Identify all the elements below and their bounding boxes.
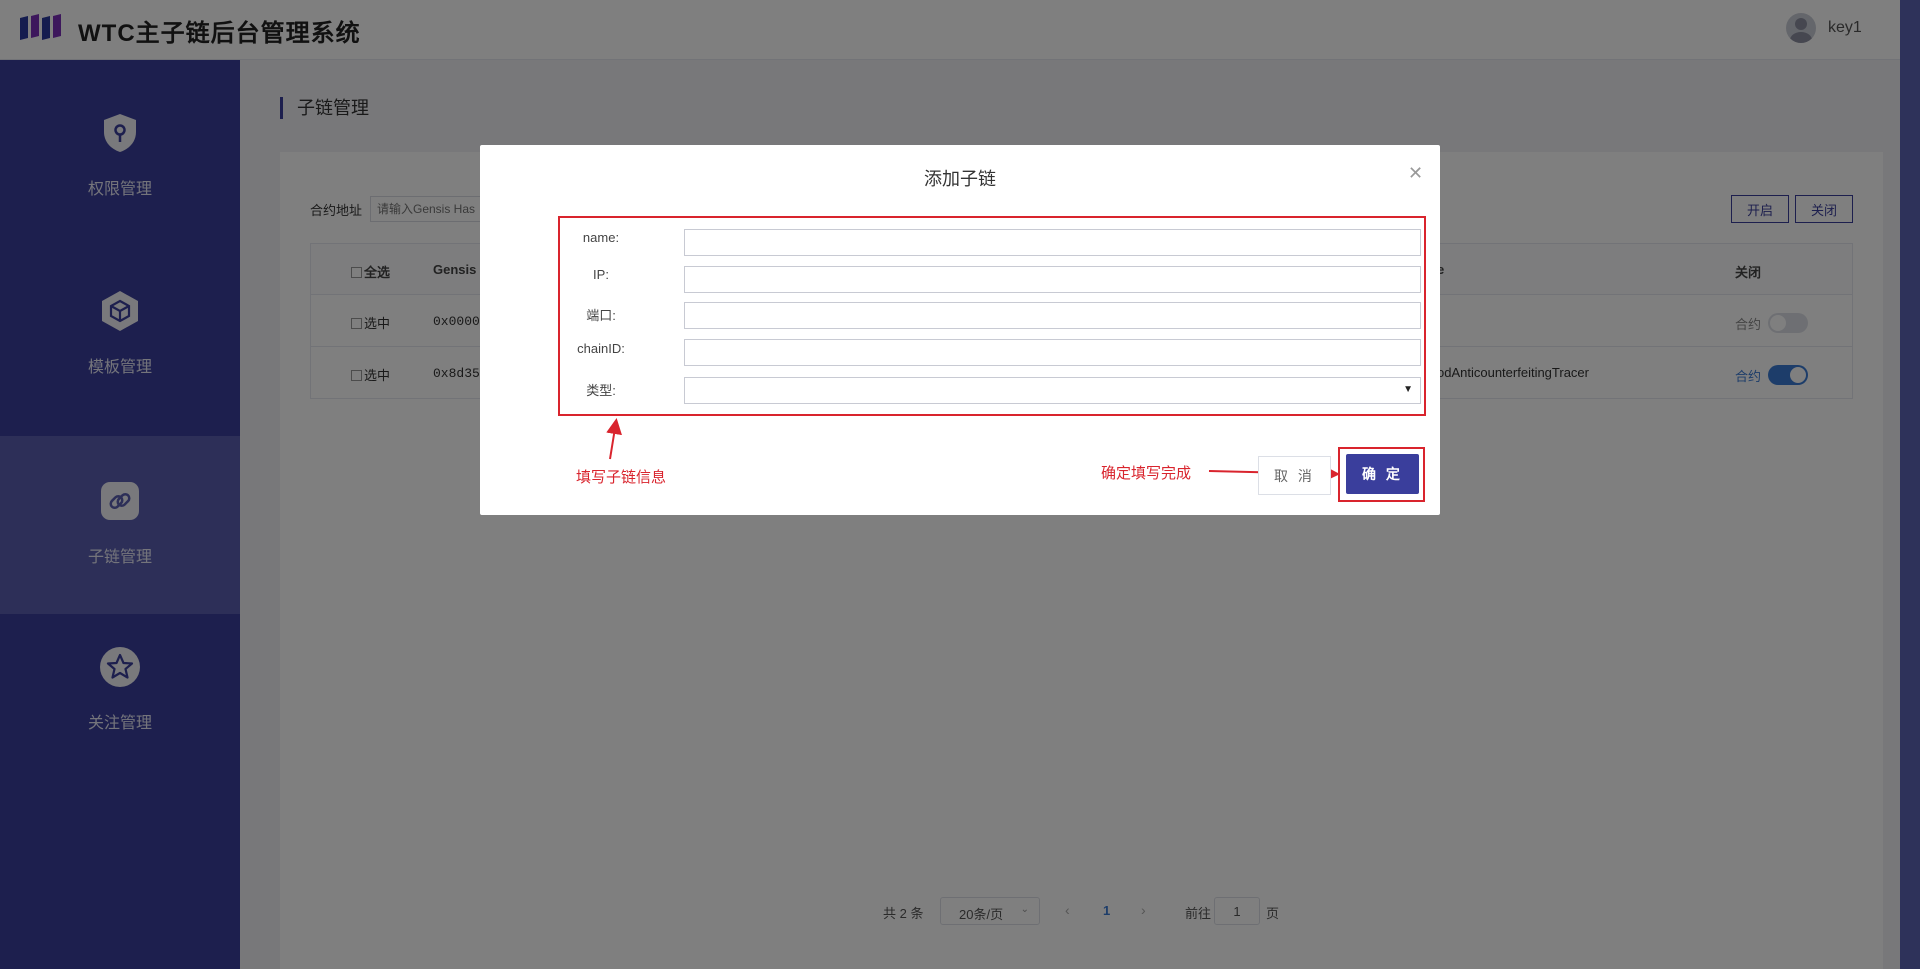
ip-label: IP:	[593, 267, 609, 282]
dialog-title: 添加子链	[924, 169, 996, 189]
close-icon[interactable]: ✕	[1408, 163, 1423, 184]
port-field[interactable]	[684, 302, 1421, 329]
confirm-annotation: 确定填写完成	[1101, 465, 1192, 482]
name-label: name:	[582, 230, 620, 245]
type-select[interactable]: ▼	[684, 377, 1421, 404]
chain-id-field[interactable]	[684, 339, 1421, 366]
fill-info-annotation: 填写子链信息	[576, 469, 667, 486]
confirm-button[interactable]: 确 定	[1346, 454, 1419, 494]
name-field[interactable]	[684, 229, 1421, 256]
form-highlight-box: name: IP: 端口: chainID: 类型: ▼	[558, 216, 1426, 416]
port-label: 端口:	[586, 308, 616, 323]
cancel-button[interactable]: 取 消	[1258, 456, 1331, 495]
ip-field[interactable]	[684, 266, 1421, 293]
add-subchain-dialog: 添加子链 ✕ name: IP: 端口: chainID: 类型: ▼ 填写子链…	[480, 145, 1440, 515]
chain-id-label: chainID:	[577, 341, 625, 356]
caret-down-icon: ▼	[1403, 384, 1413, 395]
type-label: 类型:	[586, 383, 616, 398]
